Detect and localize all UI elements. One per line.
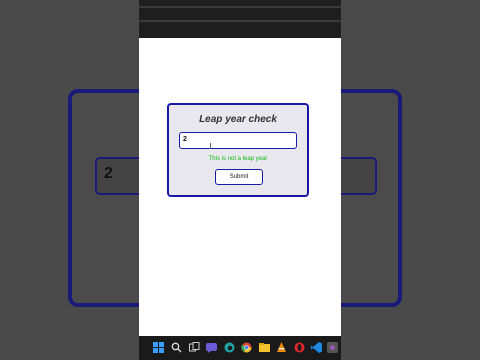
year-input[interactable]: 2	[179, 132, 297, 149]
card-title: Leap year check	[199, 114, 277, 125]
windows-start-icon[interactable]	[153, 342, 164, 353]
vlc-icon[interactable]	[276, 342, 287, 353]
chat-icon[interactable]	[206, 342, 217, 353]
file-explorer-icon[interactable]	[259, 342, 270, 353]
video-frame: Leap year check 2 This is not a leap yea…	[139, 0, 341, 360]
opera-browser-icon[interactable]	[294, 342, 305, 353]
leap-year-card: Leap year check 2 This is not a leap yea…	[167, 103, 309, 197]
top-bar-stripe	[139, 20, 341, 22]
search-icon[interactable]	[171, 342, 182, 353]
text-cursor	[210, 143, 211, 149]
taskbar	[139, 336, 341, 360]
top-bar-stripe	[139, 6, 341, 8]
vscode-icon[interactable]	[311, 342, 322, 353]
chrome-browser-icon[interactable]	[241, 342, 252, 353]
browser-top-bar	[139, 0, 341, 38]
task-view-icon[interactable]	[189, 342, 200, 353]
edge-browser-icon[interactable]	[224, 342, 235, 353]
blurred-input-value: 2	[104, 165, 113, 182]
submit-button[interactable]: Submit	[215, 169, 263, 185]
result-message: This is not a leap year	[208, 156, 268, 162]
app-icon[interactable]	[327, 342, 338, 353]
